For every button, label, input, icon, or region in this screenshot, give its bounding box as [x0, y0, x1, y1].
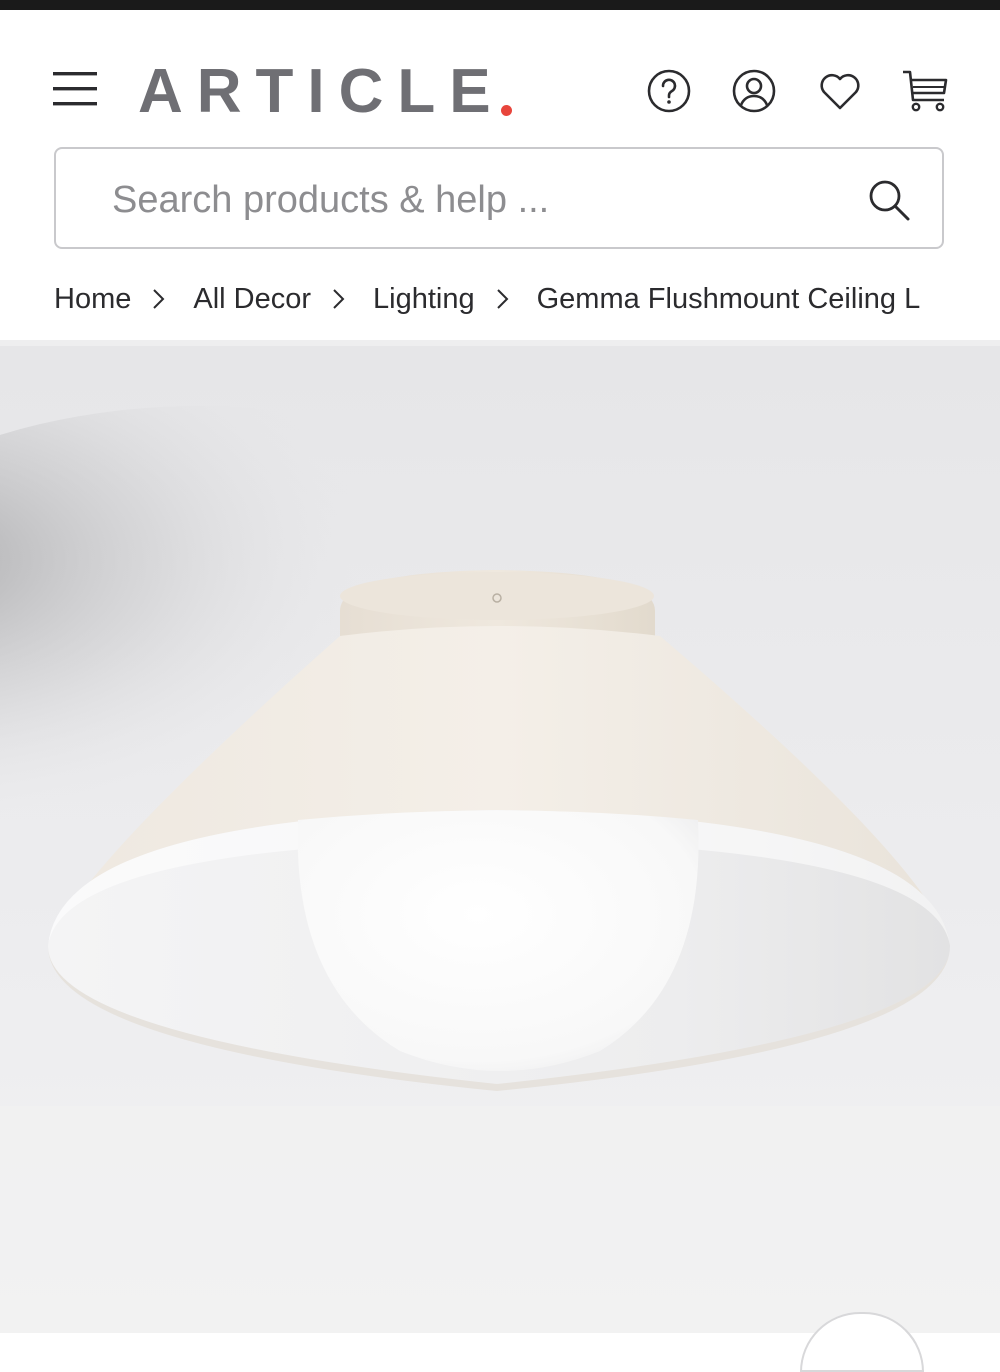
breadcrumb-home[interactable]: Home: [54, 283, 131, 316]
cart-icon[interactable]: [901, 68, 949, 114]
product-image[interactable]: [0, 346, 1000, 1333]
breadcrumb: Home All Decor Lighting Gemma Flushmount…: [54, 276, 946, 322]
site-header: ARTICLE: [0, 10, 1000, 170]
breadcrumb-lighting[interactable]: Lighting: [373, 283, 475, 316]
hamburger-menu-icon[interactable]: [53, 70, 97, 108]
account-icon[interactable]: [731, 68, 777, 114]
ceiling-lamp-photo: [0, 346, 1000, 1333]
brand-logo[interactable]: ARTICLE: [138, 52, 512, 132]
chevron-right-icon: [333, 289, 345, 309]
brand-name: ARTICLE: [138, 57, 505, 126]
chevron-right-icon: [496, 289, 509, 309]
breadcrumb-all-decor[interactable]: All Decor: [193, 283, 311, 316]
search-icon[interactable]: [866, 177, 912, 223]
chevron-right-icon: [153, 289, 165, 309]
search-bar: [54, 147, 944, 249]
wishlist-heart-icon[interactable]: [817, 68, 863, 114]
breadcrumb-current-product: Gemma Flushmount Ceiling L: [536, 282, 921, 315]
status-strip: [0, 0, 1000, 10]
help-icon[interactable]: [646, 68, 692, 114]
brand-logo-dot: [500, 105, 512, 116]
search-input[interactable]: [110, 169, 834, 231]
